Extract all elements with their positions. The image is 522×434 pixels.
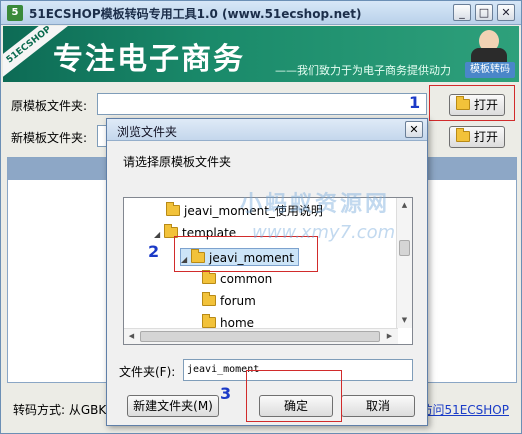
folder-icon	[202, 270, 216, 284]
hscroll-thumb[interactable]	[140, 331, 380, 342]
scroll-right-icon[interactable]: ▶	[382, 329, 397, 344]
dialog-title: 浏览文件夹	[117, 125, 178, 139]
encoding-row: 转码方式: 从GBK	[13, 401, 106, 418]
close-button[interactable]: ✕	[497, 4, 515, 21]
folder-icon	[202, 292, 216, 306]
scroll-thumb[interactable]	[399, 240, 410, 256]
title-bar[interactable]: 5 51ECSHOP模板转码专用工具1.0 (www.51ecshop.net)…	[1, 1, 521, 25]
banner-title: 专注电子商务	[53, 42, 245, 77]
folder-icon	[166, 202, 180, 216]
encoding-label: 转码方式:	[13, 403, 66, 417]
mascot-badge: 模板转码	[465, 30, 515, 78]
minimize-button[interactable]: _	[453, 4, 471, 21]
maximize-button[interactable]: □	[475, 4, 493, 21]
annotation-step-2: 2	[148, 242, 160, 261]
app-icon: 5	[7, 5, 23, 21]
watermark-title: 小蚂蚁资源网	[240, 192, 391, 217]
open-target-label: 打开	[473, 130, 498, 144]
annotation-box-1	[429, 85, 515, 121]
encoding-value[interactable]: 从GBK	[69, 403, 106, 417]
watermark-url: www.xmy7.com	[252, 222, 396, 243]
open-folder-icon	[455, 128, 470, 142]
visit-site-link[interactable]: 访问51ECSHOP	[420, 401, 509, 418]
cancel-button[interactable]: 取消	[341, 395, 415, 417]
source-folder-label: 原模板文件夹:	[11, 99, 88, 113]
annotation-box-3	[246, 370, 342, 422]
horizontal-scrollbar[interactable]: ◀ ▶	[124, 328, 398, 344]
vertical-scrollbar[interactable]: ▲ ▼	[396, 198, 412, 328]
target-folder-label: 新模板文件夹:	[11, 131, 88, 145]
banner-slogan: ——我们致力于为电子商务提供动力	[275, 64, 451, 77]
folder-icon	[202, 314, 216, 328]
tree-item-label: forum	[220, 294, 256, 308]
scroll-up-icon[interactable]: ▲	[397, 198, 412, 213]
tree-item[interactable]: forum	[202, 292, 256, 310]
scroll-down-icon[interactable]: ▼	[397, 313, 412, 328]
new-folder-button[interactable]: 新建文件夹(M)	[127, 395, 219, 417]
folder-field-label: 文件夹(F):	[119, 365, 176, 379]
dialog-close-icon[interactable]: ✕	[405, 121, 423, 138]
dialog-prompt: 请选择原模板文件夹	[123, 155, 232, 169]
badge-label: 模板转码	[465, 62, 515, 78]
annotation-step-1: 1	[409, 93, 421, 112]
source-folder-input[interactable]	[97, 93, 427, 115]
tree-item-label: common	[220, 272, 273, 286]
open-target-button[interactable]: 打开	[449, 126, 505, 148]
banner: 51ECSHOP 专注电子商务 ——我们致力于为电子商务提供动力 模板转码	[3, 26, 519, 82]
dialog-title-bar[interactable]: 浏览文件夹 ✕	[107, 119, 427, 141]
window-title: 51ECSHOP模板转码专用工具1.0 (www.51ecshop.net)	[29, 7, 362, 21]
scroll-left-icon[interactable]: ◀	[124, 329, 139, 344]
annotation-step-3: 3	[220, 384, 232, 403]
tree-item[interactable]: common	[202, 270, 272, 288]
